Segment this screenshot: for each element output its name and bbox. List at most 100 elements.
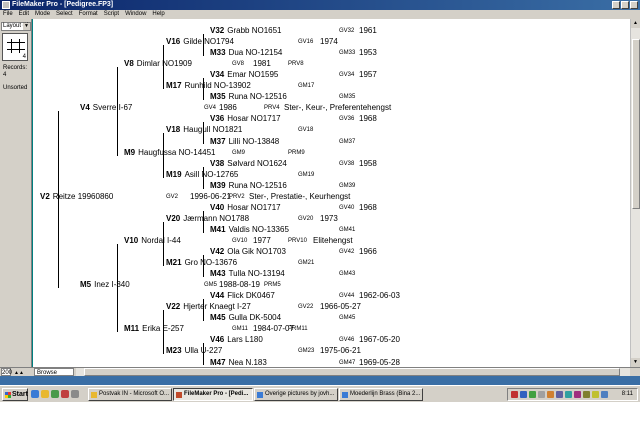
pedigree-node[interactable]: V8 Dimlar NO1909 xyxy=(124,59,192,68)
task-postvak[interactable]: Postvak IN - Microsoft O... xyxy=(88,388,172,401)
system-tray: 8:11 xyxy=(507,388,638,401)
tray-display-icon[interactable] xyxy=(565,391,572,398)
pedigree-node[interactable]: V2 Reitze 19960860 xyxy=(40,192,113,201)
menu-window[interactable]: Window xyxy=(125,10,146,19)
node-name: Hosar NO1717 xyxy=(227,202,281,212)
pedigree-node[interactable]: V46 Lars L180 xyxy=(210,335,263,344)
chevron-down-icon[interactable]: ▼ xyxy=(23,23,30,30)
pedigree-node[interactable]: M11 Erika E-257 xyxy=(124,324,184,333)
tray-update-icon[interactable] xyxy=(529,391,536,398)
pedigree-node[interactable]: V34 Emar NO1595 xyxy=(210,70,278,79)
ie-icon[interactable] xyxy=(31,390,39,398)
layout-select[interactable]: Layout #1 ▼ xyxy=(1,22,31,31)
pedigree-node[interactable]: M23 Ulla U-227 xyxy=(166,346,222,355)
node-name: Runhild NO-13902 xyxy=(184,81,251,91)
node-label: V36 xyxy=(210,114,225,124)
tray-sync-icon[interactable] xyxy=(556,391,563,398)
task-label: Postvak IN - Microsoft O... xyxy=(99,391,170,397)
pedigree-node[interactable]: V36 Hosar NO1717 xyxy=(210,114,281,123)
pedigree-node[interactable]: M43 Tulla NO-13194 xyxy=(210,269,285,278)
task-moederlijn[interactable]: Moederlijn Brass (Bina 2... xyxy=(339,388,423,401)
mode-selector[interactable]: Browse xyxy=(34,368,74,376)
task-filemaker[interactable]: FileMaker Pro - [Pedi... xyxy=(173,388,253,401)
start-button[interactable]: Start xyxy=(2,388,28,401)
minimize-button[interactable] xyxy=(612,1,620,9)
pedigree-node[interactable]: V4 Sverre I-67 xyxy=(80,103,132,112)
node-label: M43 xyxy=(210,269,226,279)
pedigree-node[interactable]: V20 Jærmann NO1788 xyxy=(166,214,249,223)
horizontal-scroll-thumb[interactable] xyxy=(84,368,620,376)
menu-script[interactable]: Script xyxy=(104,10,119,19)
outlook-task-icon xyxy=(91,392,97,398)
node-name: Hosar NO1717 xyxy=(227,114,281,124)
node-year: 1969-05-28 xyxy=(359,357,400,367)
task-overige[interactable]: Overige pictures by jovh... xyxy=(254,388,338,401)
blank-area xyxy=(0,402,640,440)
node-code: GM37 xyxy=(339,138,356,145)
menu-file[interactable]: File xyxy=(3,10,13,19)
node-name: Grabb NO1651 xyxy=(227,26,282,35)
tray-printer-icon[interactable] xyxy=(547,391,554,398)
menu-help[interactable]: Help xyxy=(152,10,164,19)
pedigree-node[interactable]: M47 Nea N.183 xyxy=(210,358,267,367)
filemaker-app-icon[interactable] xyxy=(2,1,10,9)
node-name: Runa NO-12516 xyxy=(228,92,287,102)
tray-volume-icon[interactable] xyxy=(601,391,608,398)
desktop-icon[interactable] xyxy=(51,390,59,398)
pedigree-node[interactable]: V22 Hjerter Knaegt I-27 xyxy=(166,302,251,311)
pedigree-node[interactable]: M39 Runa NO-12516 xyxy=(210,181,287,190)
pedigree-connector xyxy=(163,133,164,178)
menu-format[interactable]: Format xyxy=(79,10,98,19)
outlook-icon[interactable] xyxy=(41,390,49,398)
tray-power-icon[interactable] xyxy=(583,391,590,398)
window-titlebar[interactable]: FileMaker Pro - [Pedigree.FP3] xyxy=(0,0,640,10)
pedigree-node[interactable]: M41 Valdis NO-13365 xyxy=(210,225,289,234)
node-label: V42 xyxy=(210,247,225,256)
menu-edit[interactable]: Edit xyxy=(19,10,29,19)
maximize-button[interactable] xyxy=(621,1,629,9)
folder-icon[interactable] xyxy=(71,390,79,398)
node-name: Inez I-340 xyxy=(94,280,130,290)
node-year: 1957 xyxy=(359,70,377,80)
node-label: M45 xyxy=(210,313,226,323)
node-year: 1958 xyxy=(359,158,377,168)
pedigree-node[interactable]: M45 Gulla DK-5004 xyxy=(210,313,281,322)
node-label: M33 xyxy=(210,48,226,58)
node-label: V40 xyxy=(210,202,225,212)
pedigree-connector xyxy=(58,111,59,289)
start-label: Start xyxy=(12,391,28,398)
pedigree-connector xyxy=(163,310,164,355)
pedigree-node[interactable]: V10 Nordal I-44 xyxy=(124,236,181,245)
menu-select[interactable]: Select xyxy=(56,10,73,19)
scroll-up-icon[interactable]: ▲ xyxy=(631,19,640,28)
media-icon[interactable] xyxy=(61,390,69,398)
pedigree-node[interactable]: M9 Haugfussa NO-14451 xyxy=(124,148,216,157)
bottom-bar: 200 ▲▲ Browse xyxy=(0,367,640,376)
vertical-scrollbar[interactable]: ▲ ▼ xyxy=(630,19,640,367)
pedigree-node[interactable]: V18 Haugull NO1821 xyxy=(166,125,242,134)
tray-antivirus-icon[interactable] xyxy=(511,391,518,398)
close-button[interactable] xyxy=(630,1,638,9)
pedigree-node[interactable]: V40 Hosar NO1717 xyxy=(210,203,281,212)
pedigree-node[interactable]: V38 Sølvard NO1624 xyxy=(210,159,287,168)
horizontal-scrollbar[interactable] xyxy=(76,368,630,376)
tray-network-icon[interactable] xyxy=(520,391,527,398)
pedigree-node[interactable]: M21 Gro NO-13676 xyxy=(166,258,237,267)
tray-speaker-icon[interactable] xyxy=(538,391,545,398)
tray-keyboard-icon[interactable] xyxy=(592,391,599,398)
pedigree-node[interactable]: V16 Gilde NO1794 xyxy=(166,37,234,46)
scroll-down-icon[interactable]: ▼ xyxy=(631,358,640,367)
pedigree-node[interactable]: M5 Inez I-340 xyxy=(80,280,130,289)
pedigree-node[interactable]: V44 Flick DK0467 xyxy=(210,291,275,300)
zoom-level[interactable]: 200 xyxy=(1,368,12,376)
pedigree-node[interactable]: M33 Dua NO-12154 xyxy=(210,48,282,57)
pedigree-node[interactable]: M35 Runa NO-12516 xyxy=(210,92,287,101)
vertical-scroll-thumb[interactable] xyxy=(632,39,640,209)
pedigree-node[interactable]: V32 Grabb NO1651 xyxy=(210,26,282,35)
pedigree-node[interactable]: V42 Ola Gik NO1703 xyxy=(210,247,286,256)
pedigree-node[interactable]: M37 Lilli NO-13848 xyxy=(210,137,279,146)
record-book-icon[interactable]: 4 xyxy=(2,33,28,61)
pedigree-node[interactable]: M17 Runhild NO-13902 xyxy=(166,81,251,90)
menu-mode[interactable]: Mode xyxy=(35,10,50,19)
tray-msn-icon[interactable] xyxy=(574,391,581,398)
